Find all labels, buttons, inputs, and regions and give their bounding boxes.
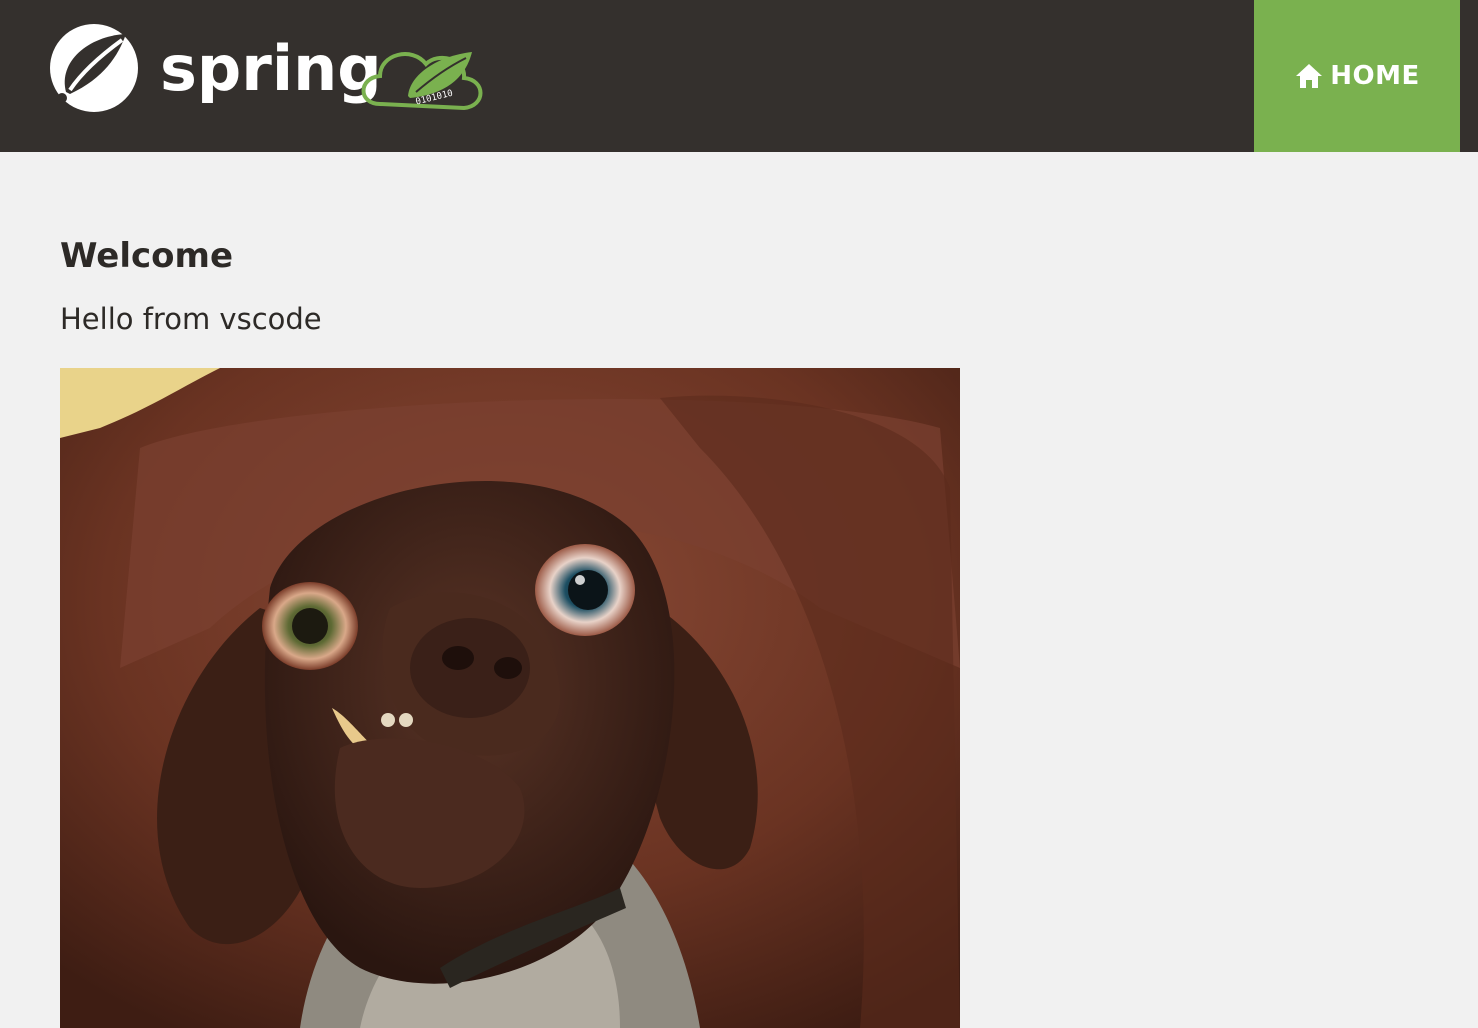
spring-leaf-icon	[50, 24, 138, 112]
dog-photo	[60, 368, 960, 1028]
welcome-message: Hello from vscode	[60, 302, 322, 336]
brand-wordmark: spring	[160, 32, 382, 105]
home-icon	[1294, 62, 1324, 90]
nav-home-link[interactable]: HOME	[1254, 0, 1460, 152]
nav-home-label: HOME	[1330, 61, 1420, 91]
navbar: spring 0101010 HOME	[0, 0, 1478, 152]
spring-logo[interactable]: spring 0101010	[48, 22, 508, 114]
page-title: Welcome	[60, 236, 234, 276]
